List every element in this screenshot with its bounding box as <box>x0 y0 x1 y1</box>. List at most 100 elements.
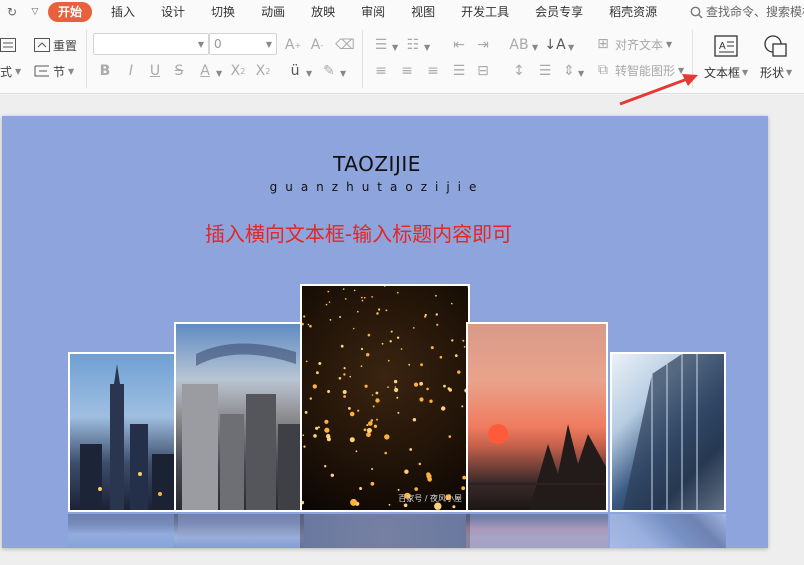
italic-icon[interactable]: I <box>122 62 140 80</box>
bullet-list-icon[interactable]: ☰ <box>372 36 390 54</box>
underline-icon[interactable]: U <box>146 62 164 80</box>
tab-daoke-resources[interactable]: 稻壳资源 <box>596 2 670 22</box>
strikethrough-icon[interactable]: S <box>170 62 188 80</box>
chevron-down-icon[interactable]: ▼ <box>216 69 222 78</box>
lantern-dot <box>384 434 390 440</box>
line-spacing-icon[interactable]: ↕ <box>510 62 528 80</box>
lantern-dot <box>349 375 351 378</box>
lantern-dot <box>366 428 372 433</box>
glass-tower-art <box>622 354 724 510</box>
tab-view[interactable]: 视图 <box>398 2 448 22</box>
font-size-select[interactable]: 0 ▼ <box>209 33 277 55</box>
tab-member[interactable]: 会员专享 <box>522 2 596 22</box>
sort-icon[interactable]: ↓A <box>544 36 565 54</box>
font-color-icon[interactable]: A <box>196 62 214 80</box>
align-center-icon[interactable]: ≡ <box>398 62 416 80</box>
lantern-dot <box>342 288 345 290</box>
distribute-icon[interactable]: ⊟ <box>474 62 492 80</box>
photo-sunset-lake[interactable] <box>466 322 608 512</box>
chevron-down-icon[interactable]: ▼ <box>532 43 538 52</box>
font-name-select[interactable]: ▼ <box>93 33 209 55</box>
tab-slideshow[interactable]: 放映 <box>298 2 348 22</box>
chevron-down-icon[interactable]: ▼ <box>424 43 430 52</box>
slide-title[interactable]: TAOZIJIE <box>2 152 752 176</box>
chevron-down-icon[interactable]: ▼ <box>306 69 312 78</box>
sunset-art <box>468 424 606 510</box>
lantern-dot <box>419 381 423 386</box>
shape-button[interactable]: 形状 ▼ <box>760 34 792 81</box>
lantern-dot <box>367 333 371 337</box>
photo-sky-lanterns[interactable]: 百家号 / 夜风小屋 <box>300 284 470 512</box>
format-button[interactable]: 式 ▼ <box>0 60 21 82</box>
paragraph-spacing-icon[interactable]: ☰ <box>536 62 554 80</box>
lantern-dot <box>384 451 387 455</box>
photo-city-night[interactable] <box>68 352 178 512</box>
align-text-label: 对齐文本 <box>615 37 664 52</box>
align-text-button[interactable]: ⊞ 对齐文本 ▼ <box>594 33 672 55</box>
lantern-dot <box>373 424 378 428</box>
smart-graphic-icon: ⧉ <box>598 62 608 78</box>
chevron-down-icon[interactable]: ▼ <box>340 69 346 78</box>
photo-city-skyscrapers[interactable] <box>174 322 304 512</box>
slide-canvas: TAOZIJIE guanzhutaozijie 插入横向文本框-输入标题内容即… <box>0 95 804 565</box>
chevron-down-icon[interactable]: ▼ <box>392 43 398 52</box>
justify-icon[interactable]: ☰ <box>450 62 468 80</box>
align-left-icon[interactable]: ≡ <box>372 62 390 80</box>
reset-icon <box>34 38 50 52</box>
photo-reflection <box>300 514 470 548</box>
lantern-dot <box>349 411 355 417</box>
increase-font-icon[interactable]: A + <box>284 36 302 54</box>
ribbon-divider <box>362 30 363 88</box>
chevron-down-icon[interactable]: ▼ <box>568 43 574 52</box>
superscript-icon[interactable]: X2 <box>229 62 247 80</box>
lantern-dot <box>366 432 371 438</box>
clear-format-icon[interactable]: ⌫ <box>335 36 355 54</box>
lantern-dot <box>441 406 446 411</box>
slide-heading-textbox[interactable]: 插入横向文本框-输入标题内容即可 <box>2 218 715 247</box>
photo-glass-tower[interactable] <box>610 352 726 512</box>
lantern-dot <box>375 391 379 395</box>
column-spacing-icon[interactable]: ⇕ <box>560 62 578 80</box>
lantern-dot <box>344 298 347 300</box>
increase-indent-icon[interactable]: ⇥ <box>474 36 492 54</box>
lantern-dot <box>302 434 305 436</box>
lantern-dot <box>349 437 355 443</box>
slide-subtitle[interactable]: guanzhutaozijie <box>2 180 752 194</box>
lantern-dot <box>426 387 429 391</box>
bold-icon[interactable]: B <box>96 62 114 80</box>
lantern-dot <box>307 323 310 326</box>
tab-transition[interactable]: 切换 <box>198 2 248 22</box>
phonetic-guide-icon[interactable]: ü <box>286 62 304 80</box>
lantern-dot <box>387 359 390 362</box>
chevron-down-icon[interactable]: ▼ <box>578 69 584 78</box>
command-search[interactable]: 查找命令、搜索模板 <box>690 2 804 22</box>
decrease-font-icon[interactable]: A- <box>308 36 326 54</box>
subscript-icon[interactable]: X2 <box>254 62 272 80</box>
tab-review[interactable]: 审阅 <box>348 2 398 22</box>
numbered-list-icon[interactable]: ☷ <box>404 36 422 54</box>
chevron-down-icon: ▼ <box>666 39 673 49</box>
section-button[interactable]: 节 ▼ <box>34 60 74 82</box>
lantern-dot <box>338 377 342 380</box>
lantern-dot <box>324 419 329 424</box>
layout-button[interactable] <box>0 34 16 56</box>
decrease-indent-icon[interactable]: ⇤ <box>450 36 468 54</box>
lantern-dot <box>375 398 380 403</box>
lantern-dot <box>313 434 317 438</box>
lantern-dot <box>436 323 439 326</box>
tab-insert[interactable]: 插入 <box>98 2 148 22</box>
tab-home[interactable]: 开始 <box>48 2 93 22</box>
align-text-icon: ⊞ <box>597 36 609 52</box>
tab-design[interactable]: 设计 <box>148 2 198 22</box>
tab-developer[interactable]: 开发工具 <box>448 2 522 22</box>
text-direction-icon[interactable]: AB <box>509 36 528 54</box>
highlight-icon[interactable]: ✎ <box>320 62 338 80</box>
tab-animation[interactable]: 动画 <box>248 2 298 22</box>
redo-icon[interactable]: ↻ <box>0 5 24 19</box>
align-right-icon[interactable]: ≡ <box>424 62 442 80</box>
slide[interactable]: TAOZIJIE guanzhutaozijie 插入横向文本框-输入标题内容即… <box>2 116 768 548</box>
lantern-dot <box>467 286 468 288</box>
quick-access-dropdown-icon[interactable]: ▽ <box>24 7 46 17</box>
reset-button[interactable]: 重置 <box>34 34 77 56</box>
textbox-button[interactable]: A 文本框 ▼ <box>704 34 748 81</box>
